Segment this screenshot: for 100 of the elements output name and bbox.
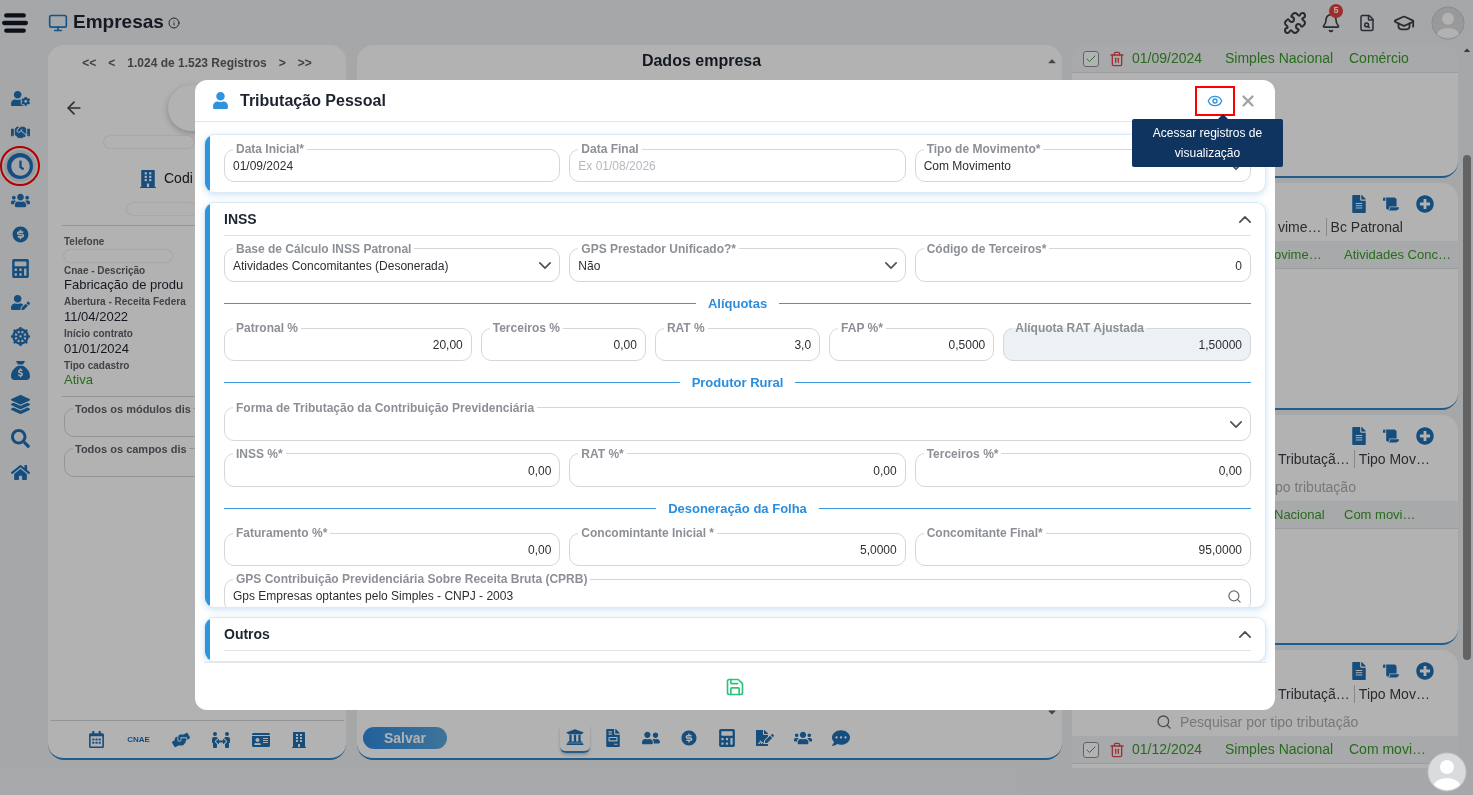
chevron-down-icon[interactable]: [539, 262, 552, 270]
cnae-tab[interactable]: CNAE: [127, 733, 150, 746]
field-label: Concomitante Final*: [925, 526, 1044, 541]
puzzle-icon[interactable]: [1283, 10, 1307, 35]
collapse-icon[interactable]: [1239, 630, 1251, 638]
previous-page-button[interactable]: <: [108, 54, 116, 72]
info-value: Ativa: [64, 372, 93, 389]
input-field[interactable]: Patronal % 20,00: [224, 321, 472, 362]
notification-icon[interactable]: [1321, 12, 1341, 33]
delete-icon[interactable]: [1109, 50, 1125, 67]
helping-hands-icon[interactable]: [171, 730, 190, 749]
file-search-icon[interactable]: [1352, 195, 1366, 213]
file-search-icon[interactable]: [1352, 427, 1366, 445]
field-label: GPS Prestador Unificado?*: [580, 241, 738, 256]
table-cell-text: Atividades Conc…: [1344, 245, 1451, 264]
last-page-button[interactable]: >>: [297, 54, 312, 72]
search-icon[interactable]: [1227, 588, 1242, 604]
save-icon[interactable]: [725, 676, 745, 697]
input-field[interactable]: FAP %* 0,5000: [829, 321, 995, 362]
scrollbar-thumb[interactable]: [1462, 155, 1471, 660]
invoice-icon: [604, 729, 622, 747]
calendar-icon[interactable]: [88, 731, 106, 748]
table-cell-text: Com movi…: [1344, 505, 1416, 524]
page-title: Empresas: [73, 10, 164, 35]
field-label: Faturamento %*: [235, 526, 329, 541]
checkbox[interactable]: [1083, 741, 1099, 758]
chat-icon: [832, 729, 850, 747]
first-page-button[interactable]: <<: [82, 54, 97, 72]
input-field[interactable]: Concomitante Final* 95,0000: [914, 526, 1251, 567]
assistant-avatar[interactable]: [1427, 752, 1467, 792]
section-title: Outros: [224, 624, 270, 644]
section-heading: Desoneração da Folha: [668, 499, 807, 518]
field-value: Não: [578, 257, 601, 275]
field-value: 20,00: [432, 337, 463, 355]
input-field[interactable]: Data Inicial* 01/09/2024: [224, 142, 561, 182]
section-heading: Alíquotas: [707, 294, 768, 313]
field-label: Base de Cálculo INSS Patronal: [235, 241, 413, 256]
input-field[interactable]: RAT %* 0,00: [569, 446, 906, 487]
input-field[interactable]: Concomintante Inicial * 5,0000: [569, 526, 906, 567]
input-field[interactable]: GPS Prestador Unificado?* Não: [569, 241, 906, 282]
input-field[interactable]: Base de Cálculo INSS Patronal Atividades Concomitantes (Desonerada): [224, 241, 561, 282]
scroll-icon[interactable]: [1383, 195, 1399, 213]
dollar-icon: [680, 729, 698, 747]
field-label: Forma de Tributação da Contribuição Previdenciária: [235, 400, 536, 415]
field-label: RAT %: [665, 321, 706, 336]
panel-title: Dados empresa: [640, 51, 763, 71]
id-card-icon[interactable]: [251, 730, 270, 749]
info-label: Telefone: [64, 236, 105, 249]
field-label: FAP %*: [840, 321, 884, 336]
section-heading: Produtor Rural: [691, 374, 784, 393]
field-value: 95,0000: [1198, 542, 1242, 560]
chevron-down-icon[interactable]: [884, 262, 897, 270]
table-cell-text: Simples Nacional: [1225, 49, 1335, 68]
money-bag-icon: [10, 360, 30, 380]
view-button[interactable]: [1195, 85, 1235, 116]
input-field[interactable]: Terceiros %* 0,00: [914, 446, 1251, 487]
input-field[interactable]: GPS Contribuição Previdenciária Sobre Receita Bruta (CPRB) Gps Empresas optantes pelo Simples - CNPJ - 2003: [224, 572, 1251, 607]
add-icon[interactable]: [1416, 662, 1434, 680]
input-field[interactable]: Código de Terceiros* 0: [914, 241, 1251, 282]
add-icon[interactable]: [1416, 195, 1434, 213]
building-icon: [140, 169, 156, 188]
chevron-down-icon[interactable]: [1230, 421, 1242, 429]
document-icon: [756, 729, 774, 747]
file-search-icon[interactable]: [1352, 662, 1366, 680]
input-field[interactable]: Faturamento %* 0,00: [224, 526, 561, 567]
next-page-button[interactable]: >: [278, 54, 286, 72]
table-cell-text: Nacional: [1274, 505, 1326, 524]
group-icon: [794, 729, 812, 747]
user-gear-icon: [10, 88, 30, 108]
field-value: 0,00: [527, 542, 552, 560]
record-count: 1.024 de 1.523 Registros: [127, 55, 267, 72]
collapse-icon[interactable]: [1239, 215, 1251, 223]
field-label: INSS %*: [235, 446, 284, 461]
column-header: Bc Patronal: [1330, 217, 1403, 237]
info-icon[interactable]: [167, 16, 180, 29]
code-label: Codi: [164, 169, 193, 188]
field-value: 0: [1235, 257, 1242, 275]
clock-icon: [10, 156, 30, 176]
input-field[interactable]: Terceiros % 0,00: [480, 321, 646, 362]
field-value: 0,5000: [948, 337, 986, 355]
home-icon: [10, 462, 30, 482]
scroll-icon[interactable]: [1383, 662, 1399, 680]
input-field[interactable]: RAT % 3,0: [654, 321, 821, 362]
person-icon: [213, 92, 228, 109]
file-search-icon[interactable]: [1358, 12, 1376, 33]
people-arrows-icon[interactable]: [211, 730, 230, 749]
checkbox[interactable]: [1083, 50, 1099, 67]
scroll-icon[interactable]: [1383, 427, 1399, 445]
input-field[interactable]: INSS %* 0,00: [224, 446, 561, 487]
field-label: Todos os módulos dis: [74, 401, 192, 417]
user-edit-icon: [10, 292, 30, 312]
field-value: 01/09/2024: [233, 158, 294, 175]
bank-icon: [566, 728, 584, 746]
wheel-icon: [10, 326, 30, 346]
field-label: Patronal %: [235, 321, 299, 336]
delete-icon[interactable]: [1109, 741, 1125, 758]
layers-icon: [10, 394, 30, 414]
building-icon[interactable]: [291, 730, 306, 749]
add-icon[interactable]: [1416, 427, 1434, 445]
monitor-icon: [48, 12, 68, 33]
